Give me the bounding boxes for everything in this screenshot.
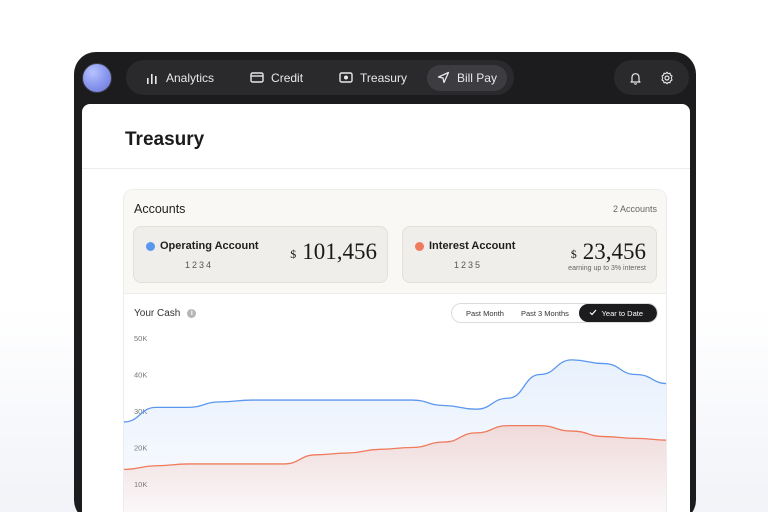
cash-section-label: Your Cash i <box>134 308 197 319</box>
account-name: Interest Account <box>429 240 516 252</box>
nav-item-label: Analytics <box>166 70 215 85</box>
check-icon <box>589 309 597 318</box>
bell-icon[interactable] <box>629 71 642 85</box>
account-balance: $ 23,456 <box>571 239 646 265</box>
account-name: Operating Account <box>160 240 259 252</box>
accounts-count: 2 Accounts <box>612 204 657 214</box>
accounts-section: Accounts 2 Accounts Operating Account 12… <box>124 190 666 294</box>
page-header: Treasury <box>82 104 690 169</box>
account-number: 1234 <box>185 260 214 270</box>
nav-item-analytics[interactable]: Analytics <box>136 65 224 91</box>
nav-item-treasury[interactable]: Treasury <box>329 65 417 91</box>
range-option-past-3-months[interactable]: Past 3 Months <box>513 304 577 322</box>
nav-item-label: Treasury <box>360 70 407 85</box>
page-title: Treasury <box>125 129 205 150</box>
send-icon <box>437 71 450 84</box>
avatar[interactable] <box>82 63 112 93</box>
nav-item-credit[interactable]: Credit <box>240 65 313 91</box>
currency-symbol: $ <box>290 247 297 261</box>
nav-item-bill-pay[interactable]: Bill Pay <box>426 64 507 91</box>
main-nav: Analytics Credit Treasury Bill Pay <box>126 60 514 95</box>
cash-icon <box>339 72 353 83</box>
account-number: 1235 <box>454 260 483 270</box>
currency-symbol: $ <box>570 247 577 261</box>
account-card-operating[interactable]: Operating Account 1234 $ 101,456 <box>133 226 388 283</box>
balance-value: 101,456 <box>302 239 377 264</box>
utility-nav <box>614 60 689 95</box>
app-window: Analytics Credit Treasury Bill Pay Treas… <box>74 52 696 512</box>
range-option-label: Year to Date <box>601 308 643 318</box>
interest-note: earning up to 3% interest <box>568 265 646 272</box>
nav-item-label: Bill Pay <box>456 70 497 85</box>
gear-icon[interactable] <box>660 71 674 85</box>
bar-chart-icon <box>146 72 159 84</box>
cash-label-text: Your Cash <box>134 308 181 319</box>
balance-value: 23,456 <box>582 239 646 264</box>
cash-chart: 50K40K30K20K10K <box>124 334 666 512</box>
time-range-toggle: Past Month Past 3 Months Year to Date <box>451 303 658 323</box>
y-tick-label: 40K <box>134 371 147 380</box>
y-tick-label: 50K <box>134 334 147 343</box>
accounts-title: Accounts <box>134 202 186 216</box>
accounts-card: Accounts 2 Accounts Operating Account 12… <box>123 189 667 512</box>
info-icon[interactable]: i <box>187 309 197 318</box>
account-balance: $ 101,456 <box>290 239 377 265</box>
account-card-interest[interactable]: Interest Account 1235 $ 23,456 earning u… <box>402 226 657 283</box>
range-option-year-to-date[interactable]: Year to Date <box>578 304 657 322</box>
range-option-past-month[interactable]: Past Month <box>452 304 513 322</box>
account-color-dot <box>415 242 424 251</box>
credit-card-icon <box>250 72 264 83</box>
account-color-dot <box>146 242 155 251</box>
main-content: Treasury Accounts 2 Accounts Operating A… <box>82 104 690 512</box>
nav-item-label: Credit <box>271 70 304 85</box>
